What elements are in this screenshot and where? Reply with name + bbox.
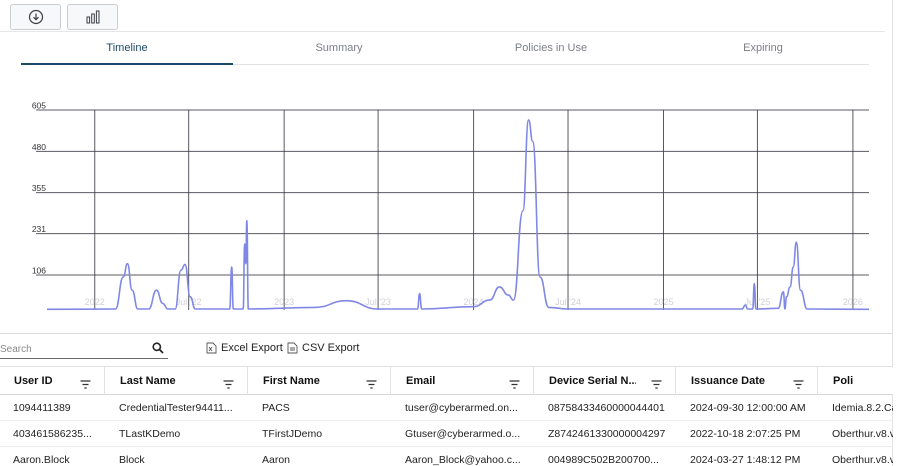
excel-export-button[interactable]: Excel Export xyxy=(206,342,283,354)
series-line xyxy=(46,119,870,311)
cell-device-serial-n: 004989C502B200700... xyxy=(548,454,659,466)
column-header-label: Issuance Date xyxy=(691,375,765,387)
excel-file-icon xyxy=(206,342,217,354)
chart-divider xyxy=(0,333,893,334)
filter-icon[interactable] xyxy=(223,376,234,394)
x-tick-label: Jul '24 xyxy=(555,297,581,307)
column-header-issuance-date[interactable]: Issuance Date xyxy=(676,367,818,395)
download-button[interactable] xyxy=(10,4,61,30)
cell-email: tuser@cyberarmed.on... xyxy=(405,402,518,414)
x-tick-label: Jul '23 xyxy=(365,297,391,307)
column-header-label: User ID xyxy=(14,375,53,387)
y-tick-label: 355 xyxy=(32,183,46,193)
cell-device-serial-n: 08758433460000044401 xyxy=(548,402,665,414)
cell-last-name: CredentialTester94411... xyxy=(119,402,233,414)
cell-policy: Idemia.8.2.Ca xyxy=(832,402,893,414)
main-panel: Timeline Summary Policies in Use Expirin… xyxy=(0,0,893,466)
cell-first-name: PACS xyxy=(262,402,290,414)
column-header-label: Email xyxy=(406,375,436,387)
column-header-label: Device Serial N... xyxy=(549,375,636,387)
tab-expiring[interactable]: Expiring xyxy=(657,36,869,64)
cell-email: Gtuser@cyberarmed.o... xyxy=(405,428,521,440)
column-header-device-serial-n[interactable]: Device Serial N... xyxy=(534,367,676,395)
x-tick-label: Jul '22 xyxy=(176,297,202,307)
table-header: User ID Last Name First Name Email Device Se… xyxy=(0,366,893,395)
cell-device-serial-n: Z8742461330000004297 xyxy=(548,428,666,440)
column-header-last-name[interactable]: Last Name xyxy=(105,367,248,395)
y-tick-label: 231 xyxy=(32,224,46,234)
cell-user-id: Aaron.Block xyxy=(13,454,70,466)
filter-icon[interactable] xyxy=(80,376,91,394)
x-tick-label: Jul '25 xyxy=(745,297,771,307)
bar-chart-icon xyxy=(86,10,99,24)
timeline-chart-svg: 106 231 355 480 605 2022 Jul '22 2023 Jul '23 202… xyxy=(32,101,870,311)
cell-issuance-date: 2024-09-30 12:00:00 AM xyxy=(690,402,806,414)
y-tick-label: 106 xyxy=(32,265,46,275)
filter-icon[interactable] xyxy=(793,376,804,394)
x-tick-label: 2023 xyxy=(274,297,294,307)
table-row[interactable]: 403461586235... TLastKDemo TFirstJDemo Gtus… xyxy=(0,421,893,447)
tab-summary[interactable]: Summary xyxy=(233,36,445,64)
y-tick-label: 605 xyxy=(32,101,46,111)
chart-view-button[interactable] xyxy=(67,4,118,30)
x-tick-label: 2024 xyxy=(464,297,484,307)
search-box xyxy=(0,339,168,359)
timeline-chart: 106 231 355 480 605 2022 Jul '22 2023 Jul '23 202… xyxy=(0,96,893,328)
tab-timeline[interactable]: Timeline xyxy=(21,36,233,65)
cell-user-id: 1094411389 xyxy=(13,402,71,414)
filter-icon[interactable] xyxy=(651,376,662,394)
tab-bar: Timeline Summary Policies in Use Expirin… xyxy=(21,36,869,65)
column-header-label: Policy xyxy=(833,375,853,387)
column-header-user-id[interactable]: User ID xyxy=(0,367,105,395)
cell-first-name: Aaron xyxy=(262,454,291,466)
cell-user-id: 403461586235... xyxy=(13,428,92,440)
cell-policy: Oberthur.v8.v xyxy=(832,454,893,466)
x-tick-label: 2026 xyxy=(843,297,863,307)
tab-policies-in-use[interactable]: Policies in Use xyxy=(445,36,657,64)
cell-issuance-date: 2022-10-18 2:07:25 PM xyxy=(690,428,801,440)
cell-issuance-date: 2024-03-27 1:48:12 PM xyxy=(690,454,801,466)
x-tick-label: 2025 xyxy=(653,297,673,307)
download-icon xyxy=(28,9,43,25)
cell-email: Aaron_Block@yahoo.c... xyxy=(405,454,521,466)
column-header-email[interactable]: Email xyxy=(391,367,534,395)
excel-export-label: Excel Export xyxy=(221,342,283,354)
search-icon[interactable] xyxy=(152,341,164,359)
y-tick-label: 480 xyxy=(32,142,46,152)
search-input[interactable] xyxy=(0,340,146,359)
csv-export-button[interactable]: CSV Export xyxy=(287,342,359,354)
x-tick-label: 2022 xyxy=(85,297,105,307)
filter-icon[interactable] xyxy=(366,376,377,394)
filter-icon[interactable] xyxy=(509,376,520,394)
column-header-label: Last Name xyxy=(120,375,176,387)
toolbar xyxy=(0,0,893,32)
cell-policy: Oberthur.v8.v xyxy=(832,428,893,440)
csv-file-icon xyxy=(287,342,298,354)
column-header-label: First Name xyxy=(263,375,320,387)
csv-export-label: CSV Export xyxy=(302,342,360,354)
table-row[interactable]: 1094411389 CredentialTester94411... PACS tu… xyxy=(0,395,893,421)
toolbar-divider xyxy=(0,31,885,32)
table-row[interactable]: Aaron.Block Block Aaron Aaron_Block@yahoo.c… xyxy=(0,447,893,466)
column-header-policy[interactable]: Policy xyxy=(818,367,893,395)
cell-last-name: TLastKDemo xyxy=(119,428,181,440)
cell-first-name: TFirstJDemo xyxy=(262,428,323,440)
cell-last-name: Block xyxy=(119,454,145,466)
column-header-first-name[interactable]: First Name xyxy=(248,367,391,395)
